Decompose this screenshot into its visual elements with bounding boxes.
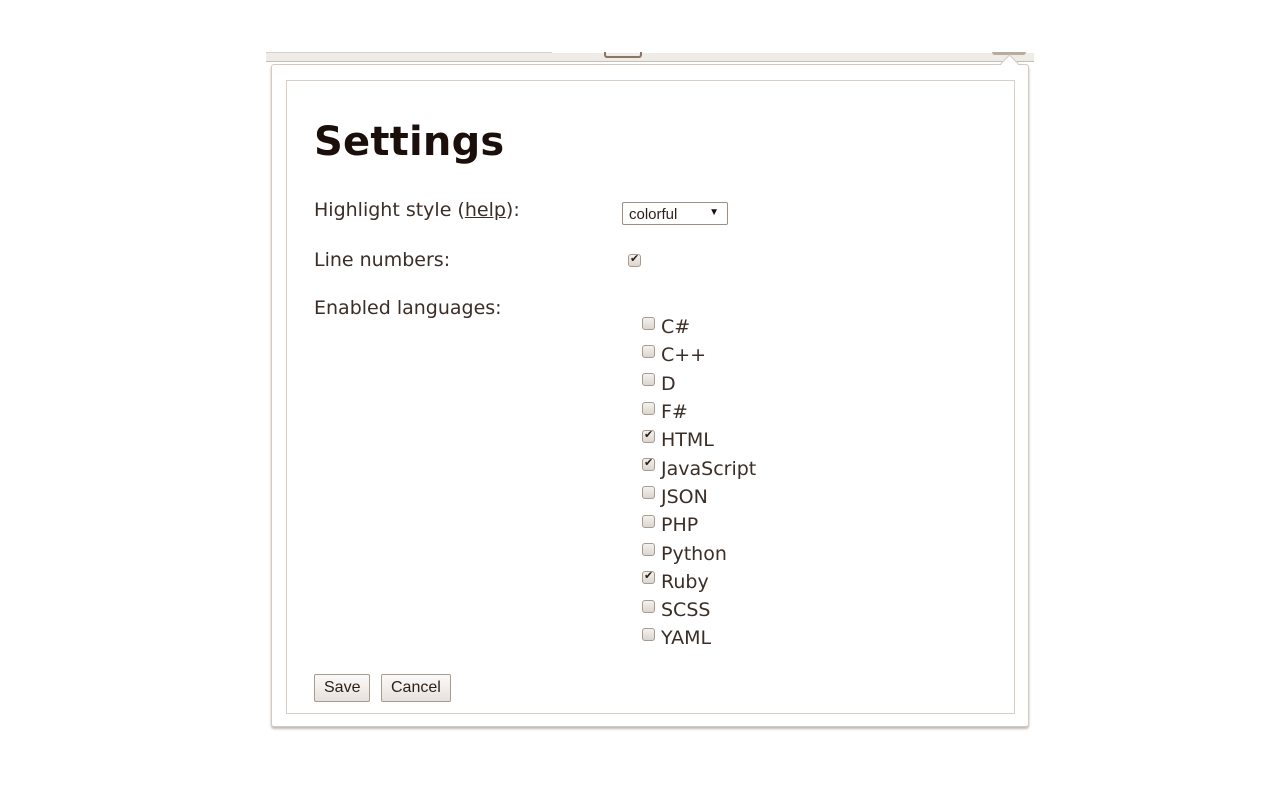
highlight-style-select[interactable]: colorful ▼ — [622, 202, 728, 225]
language-checkbox[interactable] — [642, 569, 655, 585]
language-label: D — [661, 372, 676, 395]
highlight-style-label-text: Highlight style ( — [314, 199, 465, 221]
language-label: F# — [661, 401, 688, 424]
language-checkbox[interactable] — [642, 627, 655, 641]
line-numbers-label: Line numbers: — [314, 249, 451, 271]
language-label: JavaScript — [661, 457, 757, 480]
browser-toolbar-edge — [266, 40, 1034, 62]
page-title: Settings — [314, 119, 505, 165]
language-label: JSON — [661, 485, 708, 508]
language-item[interactable]: Python — [642, 539, 756, 567]
language-checkbox[interactable] — [642, 514, 655, 528]
language-list: C# C++ D F# HTML JavaScript JSON PHP Python Ruby S… — [642, 313, 756, 653]
language-checkbox[interactable] — [642, 344, 655, 358]
language-item[interactable]: C++ — [642, 341, 756, 369]
highlight-style-value: colorful — [629, 206, 678, 223]
language-checkbox[interactable] — [642, 456, 655, 472]
language-item[interactable]: C# — [642, 313, 756, 341]
language-checkbox[interactable] — [642, 373, 655, 387]
language-item[interactable]: YAML — [642, 624, 756, 652]
language-label: SCSS — [661, 599, 711, 622]
language-label: C++ — [661, 344, 707, 367]
language-label: Python — [661, 542, 727, 565]
language-item[interactable]: PHP — [642, 511, 756, 539]
line-numbers-checkbox[interactable] — [628, 252, 641, 267]
language-checkbox[interactable] — [642, 486, 655, 500]
language-checkbox[interactable] — [642, 428, 655, 443]
settings-panel: Settings Highlight style (help): colorfu… — [286, 80, 1015, 714]
language-checkbox[interactable] — [642, 316, 655, 330]
language-checkbox[interactable] — [642, 401, 655, 415]
language-label: YAML — [661, 627, 712, 650]
highlight-style-label-suffix: ): — [505, 199, 520, 221]
language-item[interactable]: JavaScript — [642, 454, 756, 482]
language-item[interactable]: JSON — [642, 483, 756, 511]
toolbar-bar — [266, 53, 1034, 62]
save-button[interactable]: Save — [314, 674, 371, 702]
language-item[interactable]: SCSS — [642, 596, 756, 624]
language-item[interactable]: F# — [642, 398, 756, 426]
language-checkbox[interactable] — [642, 599, 655, 613]
language-label: Ruby — [661, 570, 709, 593]
settings-popup: Settings Highlight style (help): colorfu… — [271, 54, 1029, 727]
chevron-down-icon: ▼ — [709, 207, 719, 218]
language-label: HTML — [661, 429, 714, 452]
help-link[interactable]: help — [465, 199, 506, 221]
cancel-button[interactable]: Cancel — [381, 674, 451, 702]
language-item[interactable]: Ruby — [642, 568, 756, 596]
language-item[interactable]: D — [642, 370, 756, 398]
language-item[interactable]: HTML — [642, 426, 756, 454]
language-label: C# — [661, 316, 691, 339]
highlight-style-label: Highlight style (help): — [314, 199, 520, 221]
toolbar-grip-icon — [604, 52, 642, 58]
language-label: PHP — [661, 514, 699, 537]
language-checkbox[interactable] — [642, 543, 655, 557]
enabled-languages-label: Enabled languages: — [314, 297, 502, 319]
